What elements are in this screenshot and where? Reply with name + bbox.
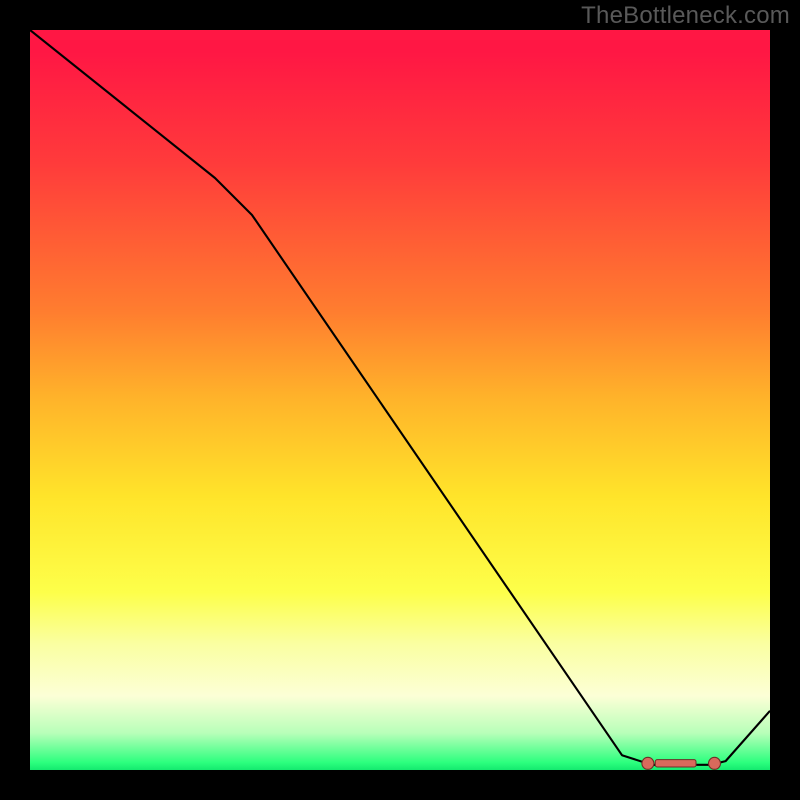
bottleneck-curve [30, 30, 770, 765]
optimal-marker-right [709, 757, 721, 769]
optimal-range-bar [655, 760, 696, 767]
curve-layer [30, 30, 770, 770]
watermark-text: TheBottleneck.com [581, 2, 790, 30]
chart-container: TheBottleneck.com [0, 0, 800, 800]
plot-area [30, 30, 770, 770]
optimal-marker-left [642, 757, 654, 769]
